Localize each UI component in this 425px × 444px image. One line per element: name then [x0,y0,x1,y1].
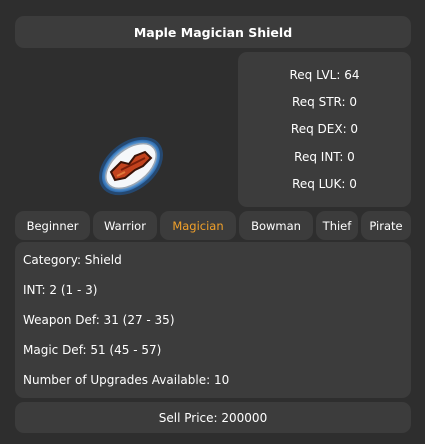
req-luk: Req LUK: 0 [292,176,357,191]
item-name: Maple Magician Shield [133,24,293,40]
item-image-area [15,52,235,207]
requirements-panel: Req LVL: 64 Req STR: 0 Req DEX: 0 Req IN… [238,52,411,207]
job-tab-warrior[interactable]: Warrior [93,211,157,240]
job-tab-bowman[interactable]: Bowman [239,211,313,240]
item-title-bar: Maple Magician Shield [15,16,411,48]
req-int: Req INT: 0 [294,149,355,164]
stat-upgrades: Number of Upgrades Available: 10 [23,373,230,387]
job-tab-thief[interactable]: Thief [316,211,358,240]
job-tab-magician[interactable]: Magician [160,211,236,240]
sell-price-bar: Sell Price: 200000 [15,402,411,433]
job-tab-beginner[interactable]: Beginner [15,211,90,240]
stats-panel: Category: Shield INT: 2 (1 - 3) Weapon D… [15,242,411,398]
job-tab-pirate[interactable]: Pirate [361,211,411,240]
req-dex: Req DEX: 0 [290,122,359,137]
stat-category: Category: Shield [23,253,122,267]
sell-price: Sell Price: 200000 [158,410,268,425]
maple-magician-shield-icon [99,136,163,196]
stat-magic-def: Magic Def: 51 (45 - 57) [23,343,162,357]
job-tabs: Beginner Warrior Magician Bowman Thief P… [15,211,411,240]
stat-weapon-def: Weapon Def: 31 (27 - 35) [23,313,175,327]
stat-int: INT: 2 (1 - 3) [23,283,98,297]
req-level: Req LVL: 64 [289,68,360,83]
req-str: Req STR: 0 [291,95,358,110]
